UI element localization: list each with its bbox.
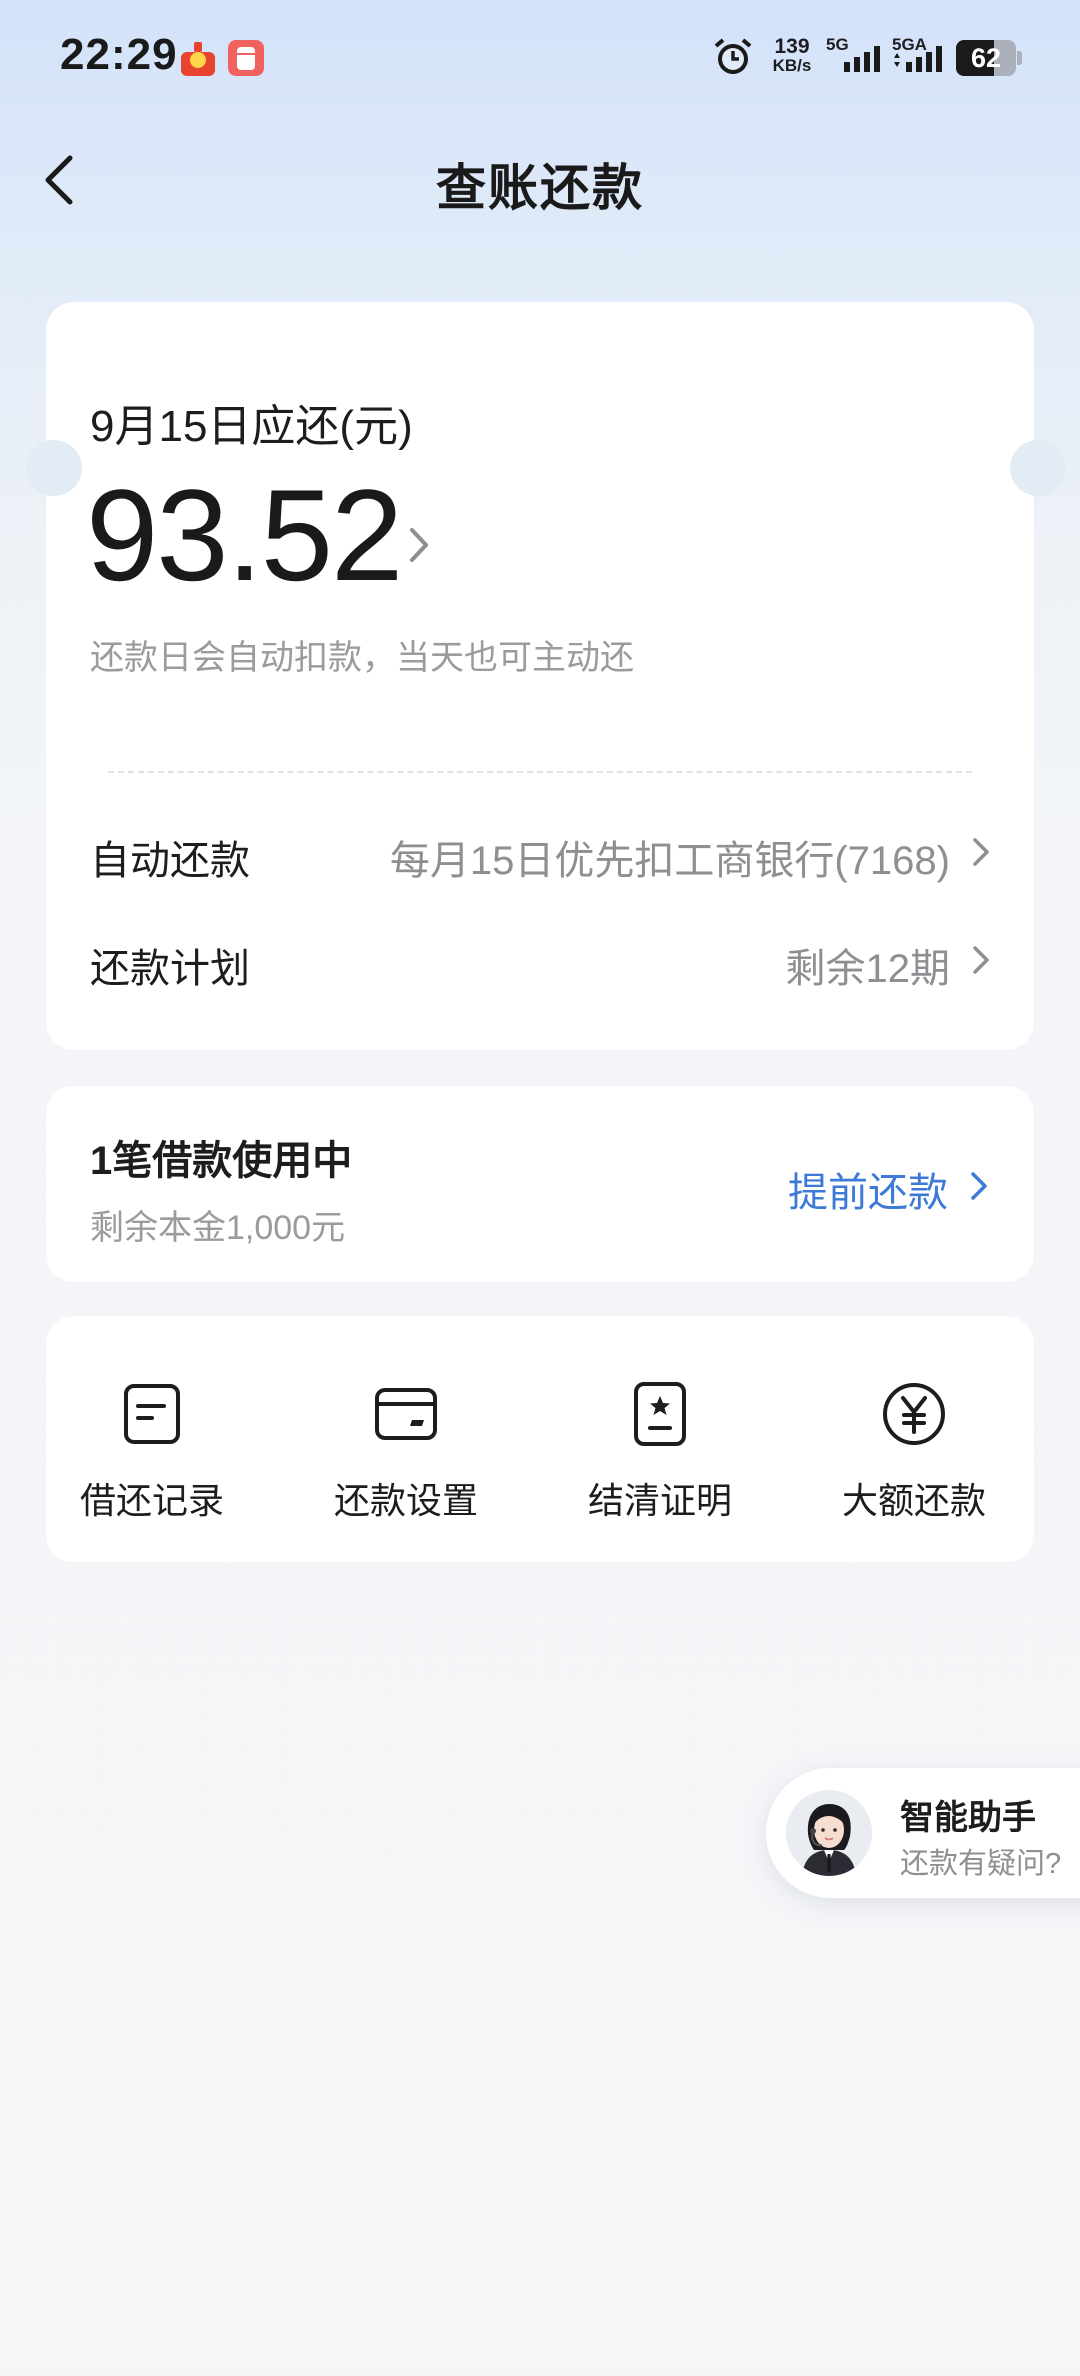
tool-label: 还款设置 [333,1480,478,1521]
card-icon [375,1388,437,1440]
chevron-right-icon [968,832,994,877]
due-amount[interactable]: 93.52 [86,470,403,600]
network-speed: 139 KB/s [772,35,812,75]
certificate-icon [634,1382,686,1446]
auto-repay-row[interactable]: 自动还款 每月15日优先扣工商银行(7168) [46,802,1034,902]
prepay-button[interactable]: 提前还款 [788,1160,948,1218]
card-notch-left [26,440,82,496]
tool-label: 借还记录 [79,1480,224,1521]
auto-repay-label: 自动还款 [90,839,250,883]
due-card: 9月15日应还(元) 93.52 还款日会自动扣款，当天也可主动还 自动还款 每… [46,302,1034,1050]
loan-title: 1笔借款使用中 [90,1139,353,1183]
page-title: 查账还款 [436,160,644,216]
app-notification-icon [178,38,218,83]
signal-sim2-icon: 5GA [892,36,942,72]
auto-repay-value: 每月15日优先扣工商银行(7168) [389,839,950,883]
assistant-title: 智能助手 [900,1799,1036,1837]
assistant-subtitle: 还款有疑问? [900,1848,1062,1880]
assistant-avatar [786,1790,872,1876]
dashed-divider [108,771,972,773]
tools-card: 借还记录 还款设置 结清证明 大额还款 [46,1316,1034,1562]
chevron-right-icon[interactable] [404,520,434,575]
tool-large-repay[interactable]: 大额还款 [804,1382,1024,1524]
record-icon [124,1384,180,1444]
repay-plan-value: 剩余12期 [785,947,951,991]
card-notch-right [1010,440,1066,496]
tool-label: 大额还款 [841,1480,986,1521]
tool-repay-settings[interactable]: 还款设置 [296,1382,516,1524]
tool-settlement-proof[interactable]: 结清证明 [550,1382,770,1524]
battery-icon: 62 [956,40,1022,76]
app-notification-icon-2 [226,38,266,83]
loan-principal: 剩余本金1,000元 [90,1209,346,1247]
repay-plan-row[interactable]: 还款计划 剩余12期 [46,910,1034,1010]
signal-sim1-icon: 5G [826,36,880,72]
tool-label: 结清证明 [587,1480,732,1521]
smart-assistant-button[interactable]: 智能助手 还款有疑问? [766,1768,1080,1898]
tool-repay-records[interactable]: 借还记录 [42,1382,262,1524]
chevron-right-icon[interactable] [966,1166,992,1211]
due-note: 还款日会自动扣款，当天也可主动还 [90,639,634,677]
loan-card: 1笔借款使用中 剩余本金1,000元 提前还款 [46,1086,1034,1282]
chevron-right-icon [968,940,994,985]
alarm-icon [712,36,754,83]
status-time: 22:29 [60,30,178,79]
yuan-icon [883,1383,945,1445]
due-date-label: 9月15日应还(元) [90,402,413,451]
repay-plan-label: 还款计划 [90,947,250,991]
